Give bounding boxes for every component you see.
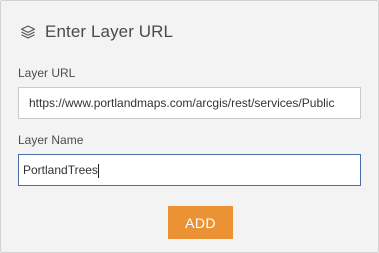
panel-header: Enter Layer URL — [19, 19, 173, 45]
layer-url-input[interactable]: https://www.portlandmaps.com/arcgis/rest… — [18, 87, 361, 119]
layer-url-value: https://www.portlandmaps.com/arcgis/rest… — [29, 96, 335, 110]
page-title: Enter Layer URL — [45, 22, 174, 41]
layer-url-label: Layer URL — [18, 66, 76, 80]
layer-name-input[interactable]: PortlandTrees — [18, 154, 361, 186]
enter-layer-url-panel: Enter Layer URL Layer URL https://www.po… — [0, 0, 379, 253]
text-caret — [97, 163, 99, 178]
add-button[interactable]: ADD — [168, 206, 233, 239]
layers-icon — [19, 23, 37, 41]
layer-name-value: PortlandTrees — [23, 163, 98, 177]
layer-name-label: Layer Name — [18, 133, 84, 147]
